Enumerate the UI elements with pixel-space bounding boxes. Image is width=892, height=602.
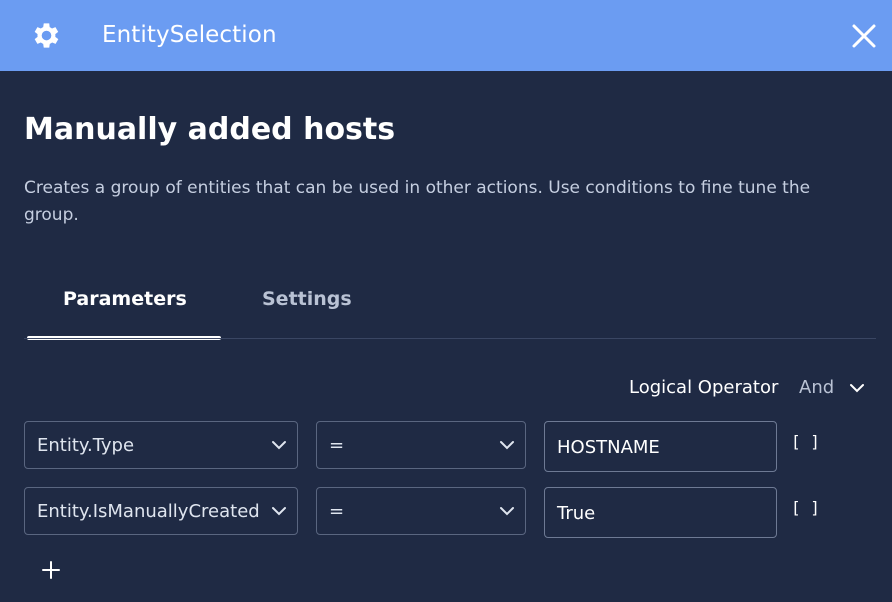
close-icon[interactable]	[851, 23, 877, 49]
tabs-divider	[24, 338, 876, 339]
condition-value-text: HOSTNAME	[557, 437, 660, 458]
condition-field-select[interactable]: Entity.IsManuallyCreated	[24, 487, 298, 535]
bracket-toggle[interactable]: [ ]	[791, 432, 820, 451]
condition-field-select[interactable]: Entity.Type	[24, 421, 298, 469]
page-description: Creates a group of entities that can be …	[24, 178, 811, 225]
condition-field-value: Entity.IsManuallyCreated	[37, 501, 260, 522]
window-title: EntitySelection	[102, 22, 277, 48]
gear-icon[interactable]	[30, 19, 63, 52]
logical-operator-select[interactable]: And	[799, 377, 834, 398]
page-title: Manually added hosts	[24, 112, 396, 147]
chevron-down-icon	[272, 441, 286, 450]
chevron-down-icon	[500, 441, 514, 450]
chevron-down-icon[interactable]	[850, 381, 864, 395]
condition-operator-select[interactable]: =	[316, 487, 526, 535]
condition-operator-value: =	[329, 435, 345, 456]
condition-value-text: True	[557, 503, 596, 524]
condition-field-value: Entity.Type	[37, 435, 135, 456]
chevron-down-icon	[272, 507, 286, 516]
chevron-down-icon	[500, 507, 514, 516]
condition-operator-select[interactable]: =	[316, 421, 526, 469]
condition-value-input[interactable]: True	[544, 487, 777, 538]
title-bar: EntitySelection	[0, 0, 892, 71]
add-condition-icon[interactable]	[40, 559, 62, 581]
bracket-toggle[interactable]: [ ]	[791, 498, 820, 517]
condition-value-input[interactable]: HOSTNAME	[544, 421, 777, 472]
tab-parameters[interactable]: Parameters	[63, 288, 187, 310]
logical-operator-label: Logical Operator	[629, 377, 779, 398]
tab-bar: Parameters Settings	[27, 280, 889, 340]
tab-settings[interactable]: Settings	[262, 288, 352, 310]
condition-operator-value: =	[329, 501, 345, 522]
